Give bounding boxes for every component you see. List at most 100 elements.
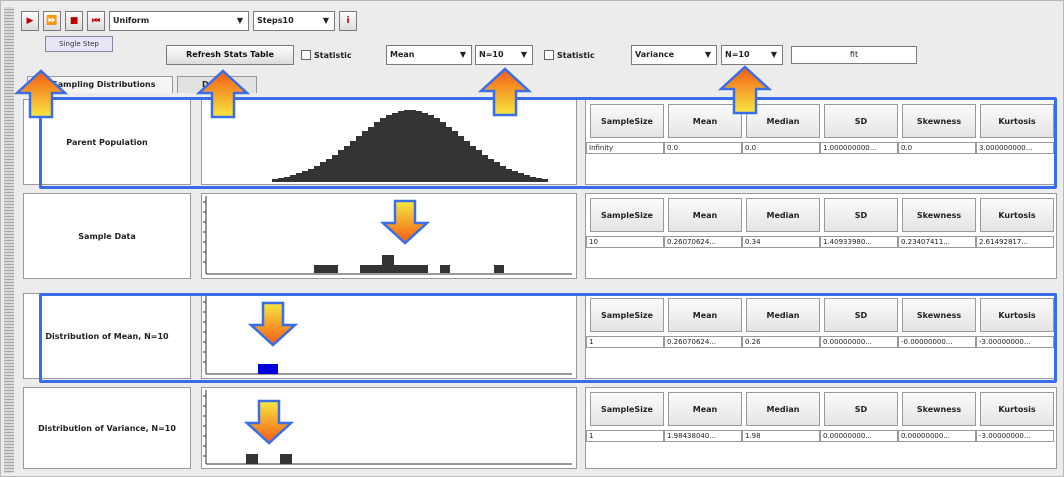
- histogram-bar: [392, 113, 398, 182]
- column-header[interactable]: Mean: [668, 104, 742, 138]
- column-header[interactable]: Skewness: [902, 298, 976, 332]
- stat-value-cell: 1.40933980...: [820, 236, 898, 248]
- statistic2-checkbox[interactable]: Statistic: [544, 50, 595, 60]
- column-header[interactable]: Median: [746, 392, 820, 426]
- stat-value-cell: -3.00000000...: [976, 336, 1054, 348]
- checkbox-box[interactable]: [544, 50, 554, 60]
- n2-select[interactable]: N=10 ▼: [721, 45, 783, 65]
- stat-value-cell: 2.61492817...: [976, 236, 1054, 248]
- column-header[interactable]: Skewness: [902, 104, 976, 138]
- chevron-down-icon: ▼: [236, 16, 244, 25]
- statistic1-select[interactable]: Mean ▼: [386, 45, 472, 65]
- stats-table: SampleSize 10 Mean 0.26070624... Median 0.34 S…: [585, 193, 1057, 279]
- distribution-select[interactable]: Uniform ▼: [109, 11, 249, 31]
- histogram-bar: [272, 179, 278, 182]
- column-header[interactable]: Kurtosis: [980, 198, 1054, 232]
- histogram-bar: [488, 159, 494, 182]
- histogram-bar: [360, 265, 406, 273]
- step-button[interactable]: ▶: [21, 11, 39, 31]
- column-header[interactable]: SD: [824, 392, 898, 426]
- column-header[interactable]: Median: [746, 298, 820, 332]
- run-button[interactable]: ⏩: [43, 11, 61, 31]
- sampling-distribution-app: ▶ ⏩ ■ ⏮ Uniform ▼ Steps10 ▼ i Single Ste…: [0, 0, 1064, 477]
- statistic2-select-value: Variance: [635, 50, 675, 59]
- histogram-bar: [524, 175, 530, 182]
- histogram-bar: [470, 146, 476, 182]
- histogram-bar: [428, 115, 434, 182]
- column-header[interactable]: SampleSize: [590, 298, 664, 332]
- histogram-bar: [440, 265, 450, 273]
- column-header[interactable]: Kurtosis: [980, 392, 1054, 426]
- histogram-bar: [284, 177, 290, 182]
- refresh-stats-table-button[interactable]: Refresh Stats Table: [166, 45, 294, 65]
- chevron-down-icon: ▼: [459, 50, 467, 59]
- histogram-bar: [434, 118, 440, 182]
- histogram-bar: [506, 169, 512, 182]
- tab-data[interactable]: Data: [177, 76, 257, 93]
- histogram-plot: [201, 293, 577, 379]
- histogram-bar: [380, 118, 386, 182]
- n1-select[interactable]: N=10 ▼: [475, 45, 533, 65]
- histogram-bar: [314, 265, 338, 273]
- histogram-bar: [296, 173, 302, 182]
- histogram-bar: [280, 454, 292, 464]
- histogram-bar: [494, 162, 500, 182]
- column-header[interactable]: Median: [746, 104, 820, 138]
- tooltip: Single Step: [45, 36, 113, 52]
- fit-field[interactable]: fit: [791, 46, 917, 64]
- checkbox-box[interactable]: [301, 50, 311, 60]
- stat-value-cell: 3.000000000...: [976, 142, 1054, 154]
- column-header[interactable]: Mean: [668, 198, 742, 232]
- column-header[interactable]: SD: [824, 104, 898, 138]
- histogram-bar: [410, 110, 416, 182]
- distribution-select-value: Uniform: [113, 16, 150, 25]
- reset-button[interactable]: ⏮: [87, 11, 105, 31]
- stat-value-cell: 0.00000000...: [820, 430, 898, 442]
- stat-value-cell: 0.26: [742, 336, 820, 348]
- table-row: Parent Population SampleSize Infinity Mean 0…: [23, 96, 1057, 188]
- table-row: Distribution of Mean, N=10 SampleSize 1 Mea…: [23, 290, 1057, 382]
- stat-value-cell: 0.0: [664, 142, 742, 154]
- histogram-bar: [406, 265, 428, 273]
- column-header[interactable]: SampleSize: [590, 104, 664, 138]
- histogram-bar: [494, 265, 504, 273]
- statistic1-checkbox[interactable]: Statistic: [301, 50, 352, 60]
- toolbar-grip[interactable]: [4, 7, 14, 473]
- info-button[interactable]: i: [339, 11, 357, 31]
- histogram-bar: [258, 364, 278, 374]
- stat-value-cell: Infinity: [586, 142, 664, 154]
- stat-value-cell: -0.00000000...: [898, 336, 976, 348]
- stop-button[interactable]: ■: [65, 11, 83, 31]
- histogram-bar: [246, 454, 258, 464]
- row-label: Sample Data: [23, 193, 191, 279]
- column-header[interactable]: SD: [824, 198, 898, 232]
- column-header[interactable]: Mean: [668, 392, 742, 426]
- column-header[interactable]: Mean: [668, 298, 742, 332]
- stat-value-cell: 0.0: [742, 142, 820, 154]
- column-header[interactable]: Kurtosis: [980, 298, 1054, 332]
- statistic1-label: Statistic: [314, 50, 352, 60]
- stat-value-cell: 0.34: [742, 236, 820, 248]
- histogram-bar: [536, 178, 542, 182]
- column-header[interactable]: Skewness: [902, 392, 976, 426]
- histogram-bar: [386, 115, 392, 182]
- column-header[interactable]: Skewness: [902, 198, 976, 232]
- column-header[interactable]: Median: [746, 198, 820, 232]
- steps-select[interactable]: Steps10 ▼: [253, 11, 335, 31]
- stat-value-cell: -3.00000000...: [976, 430, 1054, 442]
- histogram-bar: [302, 171, 308, 182]
- stat-value-cell: 1.98438040...: [664, 430, 742, 442]
- column-header[interactable]: Kurtosis: [980, 104, 1054, 138]
- histogram-bar: [356, 136, 362, 182]
- histogram-bar: [362, 131, 368, 182]
- row-label: Distribution of Mean, N=10: [23, 293, 191, 379]
- column-header[interactable]: SD: [824, 298, 898, 332]
- tab-sampling-distributions[interactable]: Sampling Distributions: [27, 76, 173, 93]
- column-header[interactable]: SampleSize: [590, 198, 664, 232]
- stat-value-cell: 0.0: [898, 142, 976, 154]
- statistic2-select[interactable]: Variance ▼: [631, 45, 717, 65]
- histogram-bar: [278, 178, 284, 182]
- histogram-bar: [440, 122, 446, 182]
- row-label: Distribution of Variance, N=10: [23, 387, 191, 469]
- column-header[interactable]: SampleSize: [590, 392, 664, 426]
